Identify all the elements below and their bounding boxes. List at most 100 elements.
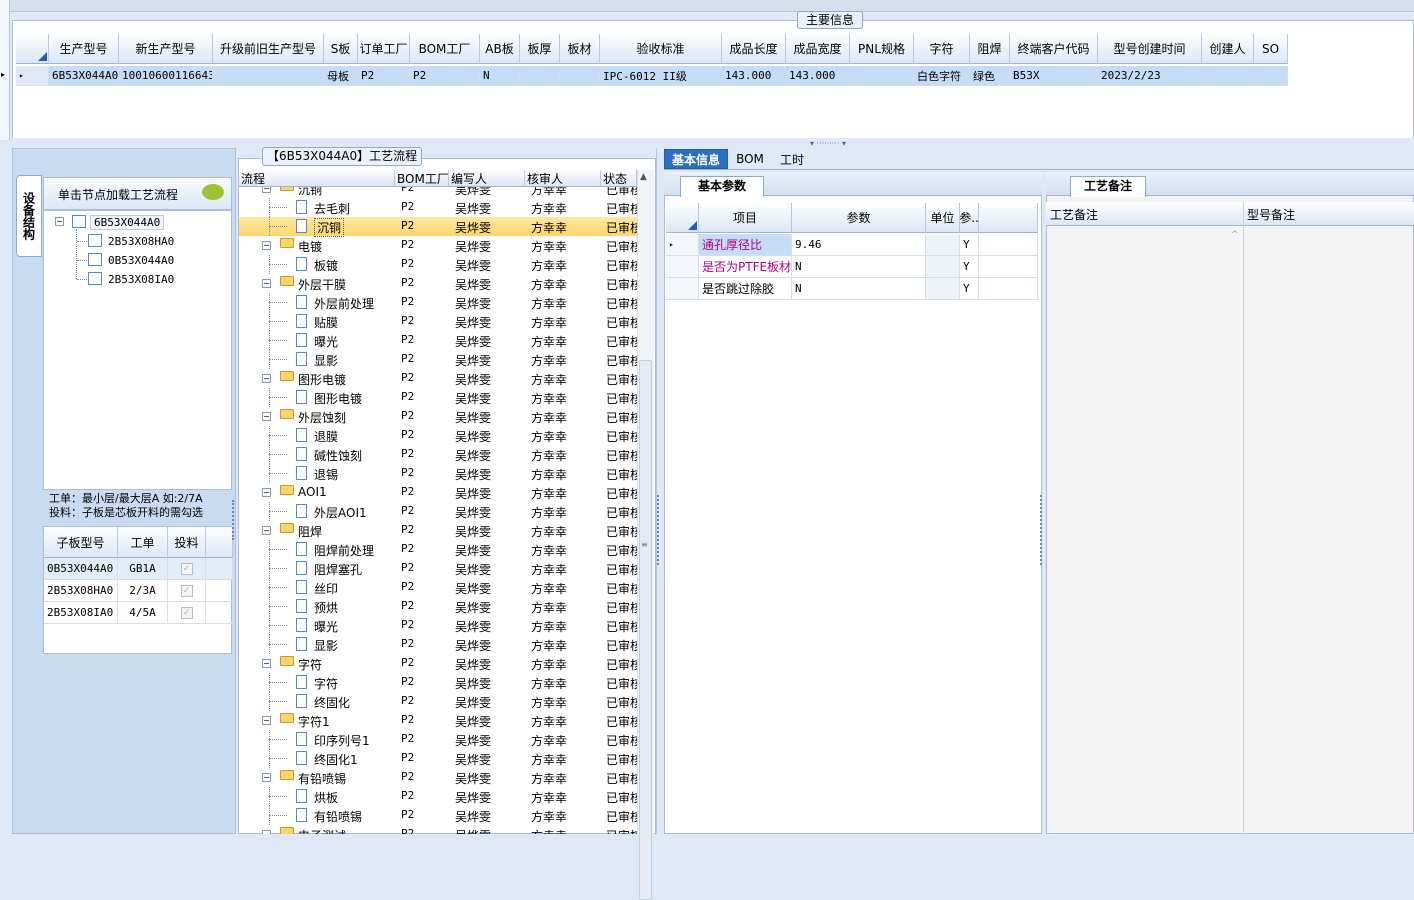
main-cell[interactable]: P2 xyxy=(410,66,480,86)
main-col-header[interactable]: 订单工厂 xyxy=(358,34,410,64)
process-col-header[interactable]: 核审人 xyxy=(525,170,601,187)
process-row[interactable]: 有铅喷锡 P2 吴烨雯 方幸幸 已审核 xyxy=(239,806,637,825)
collapse-toggle-icon[interactable]: − xyxy=(262,526,271,535)
sub-cell[interactable]: 0B53X044A0 xyxy=(44,558,118,580)
process-col-header[interactable]: BOM工厂 xyxy=(395,170,449,187)
process-col-header[interactable]: 流程 xyxy=(239,170,395,187)
main-col-header[interactable]: 板材 xyxy=(560,34,600,64)
main-col-header[interactable]: 型号创建时间 xyxy=(1098,34,1202,64)
checkbox-icon[interactable]: ✓ xyxy=(168,580,206,602)
main-cell[interactable]: 绿色 xyxy=(970,66,1010,86)
main-col-header[interactable]: 成品宽度 xyxy=(786,34,850,64)
process-row[interactable]: 碱性蚀刻 P2 吴烨雯 方幸幸 已审核 xyxy=(239,445,637,464)
process-row[interactable]: − 字符1 P2 吴烨雯 方幸幸 已审核 xyxy=(239,711,637,730)
collapse-toggle-icon[interactable]: − xyxy=(262,279,271,288)
table-row[interactable]: 2B53X08IA0 4/5A ✓ xyxy=(44,602,233,624)
process-row[interactable]: 丝印 P2 吴烨雯 方幸幸 已审核 xyxy=(239,578,637,597)
main-cell[interactable] xyxy=(1254,66,1288,86)
param-col-header[interactable]: 参.. xyxy=(960,203,979,233)
process-row[interactable]: 曝光 P2 吴烨雯 方幸幸 已审核 xyxy=(239,616,637,635)
main-cell[interactable]: P2 xyxy=(358,66,410,86)
main-cell[interactable]: 143.000 xyxy=(786,66,850,86)
main-cell[interactable] xyxy=(213,66,324,86)
process-row[interactable]: − AOI1 P2 吴烨雯 方幸幸 已审核 xyxy=(239,483,637,502)
sub-col-header[interactable]: 工单 xyxy=(118,527,168,558)
sub-cell[interactable]: GB1A xyxy=(118,558,168,580)
main-cell[interactable]: IPC-6012 II级 xyxy=(600,66,722,86)
process-row[interactable]: 印序列号1 P2 吴烨雯 方幸幸 已审核 xyxy=(239,730,637,749)
param-flag[interactable]: Y xyxy=(960,234,979,256)
process-row[interactable]: 显影 P2 吴烨雯 方幸幸 已审核 xyxy=(239,635,637,654)
process-row[interactable]: 阻焊前处理 P2 吴烨雯 方幸幸 已审核 xyxy=(239,540,637,559)
main-cell[interactable]: 10010600116643 xyxy=(119,66,213,86)
param-flag[interactable]: Y xyxy=(960,256,979,278)
process-row[interactable]: 外层AOI1 P2 吴烨雯 方幸幸 已审核 xyxy=(239,502,637,521)
tree-root-node[interactable]: 6B53X044A0 xyxy=(90,215,165,230)
sub-col-header[interactable]: 投料 xyxy=(168,527,206,558)
main-col-header[interactable]: S板 xyxy=(324,34,358,64)
splitter-handle[interactable]: ▾ ········· ▾ xyxy=(796,140,860,148)
main-col-header[interactable]: BOM工厂 xyxy=(410,34,480,64)
main-cell[interactable]: 2023/2/23 xyxy=(1098,66,1202,86)
param-col-header[interactable]: 项目 xyxy=(699,203,792,233)
param-col-header[interactable]: 单位 xyxy=(926,203,960,233)
main-cell[interactable] xyxy=(850,66,914,86)
main-col-header[interactable]: 验收标准 xyxy=(600,34,722,64)
main-cell[interactable]: B53X xyxy=(1010,66,1098,86)
param-col-header[interactable]: 参数 xyxy=(792,203,926,233)
process-scrollbar[interactable]: ▲ ≡ xyxy=(637,170,654,900)
main-col-header[interactable]: 终端客户代码 xyxy=(1010,34,1098,64)
process-row[interactable]: 烘板 P2 吴烨雯 方幸幸 已审核 xyxy=(239,787,637,806)
process-row[interactable]: 退锡 P2 吴烨雯 方幸幸 已审核 xyxy=(239,464,637,483)
process-row[interactable]: − 图形电镀 P2 吴烨雯 方幸幸 已审核 xyxy=(239,369,637,388)
table-row[interactable]: 0B53X044A0 GB1A ✓ xyxy=(44,558,233,580)
main-col-header[interactable]: 升级前旧生产型号 xyxy=(213,34,324,64)
sub-cell[interactable]: 2B53X08HA0 xyxy=(44,580,118,602)
process-row[interactable]: 外层前处理 P2 吴烨雯 方幸幸 已审核 xyxy=(239,293,637,312)
param-item[interactable]: 是否为PTFE板材 xyxy=(699,256,792,278)
main-cell[interactable] xyxy=(520,66,560,86)
tree-child-node[interactable]: 2B53X08IA0 xyxy=(108,273,174,286)
table-row[interactable]: 2B53X08HA0 2/3A ✓ xyxy=(44,580,233,602)
collapse-toggle-icon[interactable]: − xyxy=(262,412,271,421)
process-row[interactable]: − 电镀 P2 吴烨雯 方幸幸 已审核 xyxy=(239,236,637,255)
main-col-header[interactable]: 板厚 xyxy=(520,34,560,64)
sub-cell[interactable]: 4/5A xyxy=(118,602,168,624)
process-row[interactable]: 贴膜 P2 吴烨雯 方幸幸 已审核 xyxy=(239,312,637,331)
param-value[interactable]: N xyxy=(792,256,926,278)
process-col-header[interactable]: 编写人 xyxy=(449,170,525,187)
table-row[interactable]: 是否跳过除胶 N Y xyxy=(666,278,1038,300)
main-col-header[interactable]: 字符 xyxy=(914,34,970,64)
param-unit[interactable] xyxy=(926,234,960,256)
collapse-toggle-icon[interactable]: − xyxy=(262,187,271,193)
process-row[interactable]: 阻焊塞孔 P2 吴烨雯 方幸幸 已审核 xyxy=(239,559,637,578)
vertical-tab-equipment[interactable]: 设备结构 xyxy=(16,175,42,257)
collapse-toggle-icon[interactable]: − xyxy=(262,773,271,782)
process-row[interactable]: − 阻焊 P2 吴烨雯 方幸幸 已审核 xyxy=(239,521,637,540)
param-unit[interactable] xyxy=(926,256,960,278)
param-item[interactable]: 是否跳过除胶 xyxy=(699,278,792,300)
process-row[interactable]: 退膜 P2 吴烨雯 方幸幸 已审核 xyxy=(239,426,637,445)
collapse-toggle-icon[interactable]: − xyxy=(55,217,64,226)
notes-textarea-process[interactable] xyxy=(1047,227,1243,833)
sub-col-header[interactable]: 子板型号 xyxy=(44,527,118,558)
process-row[interactable]: − 电子测试 P2 吴烨雯 方幸幸 已审核 xyxy=(239,825,637,834)
tree-child-node[interactable]: 0B53X044A0 xyxy=(108,254,174,267)
main-col-header[interactable]: AB板 xyxy=(480,34,520,64)
scroll-up-icon[interactable]: ^ xyxy=(1231,230,1239,240)
collapse-toggle-icon[interactable]: − xyxy=(262,659,271,668)
collapse-toggle-icon[interactable]: − xyxy=(262,488,271,497)
collapse-toggle-icon[interactable]: − xyxy=(262,374,271,383)
process-row[interactable]: − 有铅喷锡 P2 吴烨雯 方幸幸 已审核 xyxy=(239,768,637,787)
tree-child-node[interactable]: 2B53X08HA0 xyxy=(108,235,174,248)
process-row[interactable]: 板镀 P2 吴烨雯 方幸幸 已审核 xyxy=(239,255,637,274)
process-row[interactable]: − 外层干膜 P2 吴烨雯 方幸幸 已审核 xyxy=(239,274,637,293)
param-item[interactable]: 通孔厚径比 xyxy=(699,234,792,256)
main-col-header[interactable]: SO xyxy=(1254,34,1288,64)
process-row[interactable]: − 沉铜 P2 吴烨雯 方幸幸 已审核 xyxy=(239,187,637,198)
collapse-toggle-icon[interactable]: − xyxy=(262,830,271,834)
main-cell[interactable]: N xyxy=(480,66,520,86)
param-value[interactable]: 9.46 xyxy=(792,234,926,256)
main-col-header[interactable]: 创建人 xyxy=(1202,34,1254,64)
main-col-header[interactable]: 生产型号 xyxy=(49,34,119,64)
